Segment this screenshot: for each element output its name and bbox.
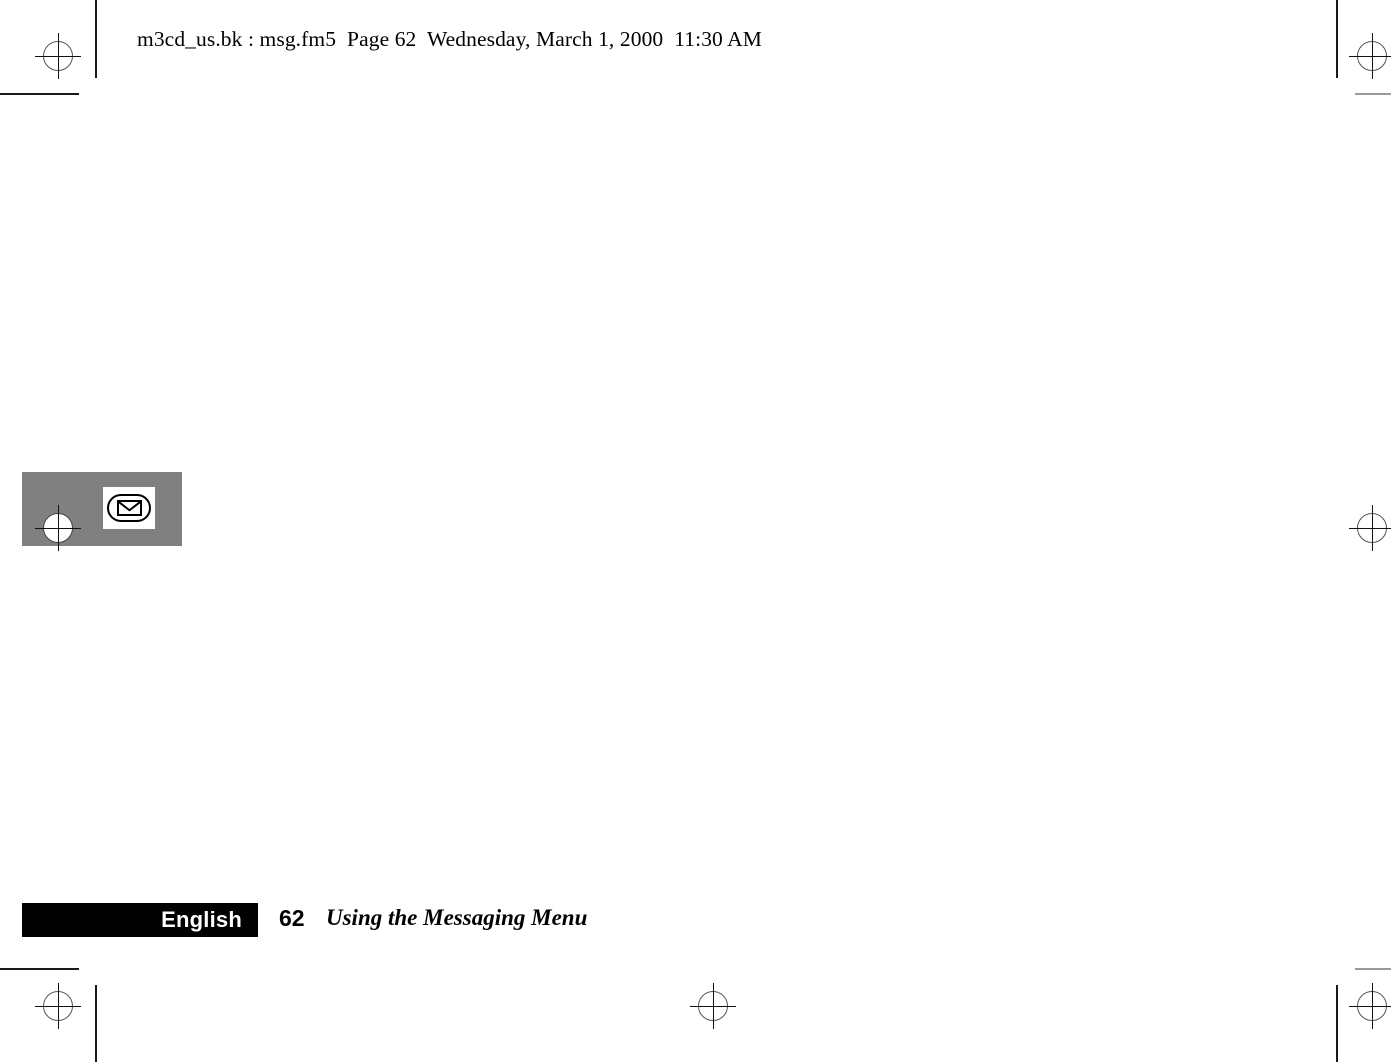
scanned-manual-page: m3cd_us.bk : msg.fm5 Page 62 Wednesday, … [0,0,1391,1062]
registration-crosshair-horizontal [1349,1005,1391,1007]
registration-crosshair-horizontal [35,1005,81,1007]
registration-target-bottom-left [35,983,81,1029]
registration-crosshair-horizontal [1349,527,1391,529]
envelope-icon-outline [107,494,151,522]
print-header-text: m3cd_us.bk : msg.fm5 Page 62 Wednesday, … [137,27,763,51]
trim-line-bottom-right-vertical [1336,985,1338,1062]
trim-line-top-right-horizontal [1355,93,1391,95]
registration-crosshair-horizontal [690,1005,736,1007]
registration-target-bottom-center [690,983,736,1029]
registration-target-middle-right [1349,505,1391,551]
trim-line-top-right-vertical [1336,0,1338,78]
footer-page-number: 62 [279,905,305,931]
message-icon-patch [103,487,155,529]
registration-crosshair-horizontal [35,55,81,57]
footer-section-title: Using the Messaging Menu [326,905,588,930]
registration-target-middle-left [35,505,81,551]
registration-target-bottom-right [1349,983,1391,1029]
footer-language-bar: English [22,903,258,937]
envelope-icon [116,500,142,516]
registration-target-top-left [35,33,81,79]
trim-line-bottom-left-vertical [95,985,97,1062]
registration-crosshair-horizontal [35,527,81,529]
registration-target-top-right [1349,33,1391,79]
trim-line-bottom-left-horizontal [0,968,79,970]
registration-crosshair-horizontal [1349,55,1391,57]
trim-line-top-left-vertical [95,0,97,78]
footer-language-label: English [161,907,242,932]
trim-line-top-left-horizontal [0,93,79,95]
trim-line-bottom-right-horizontal [1355,968,1391,970]
